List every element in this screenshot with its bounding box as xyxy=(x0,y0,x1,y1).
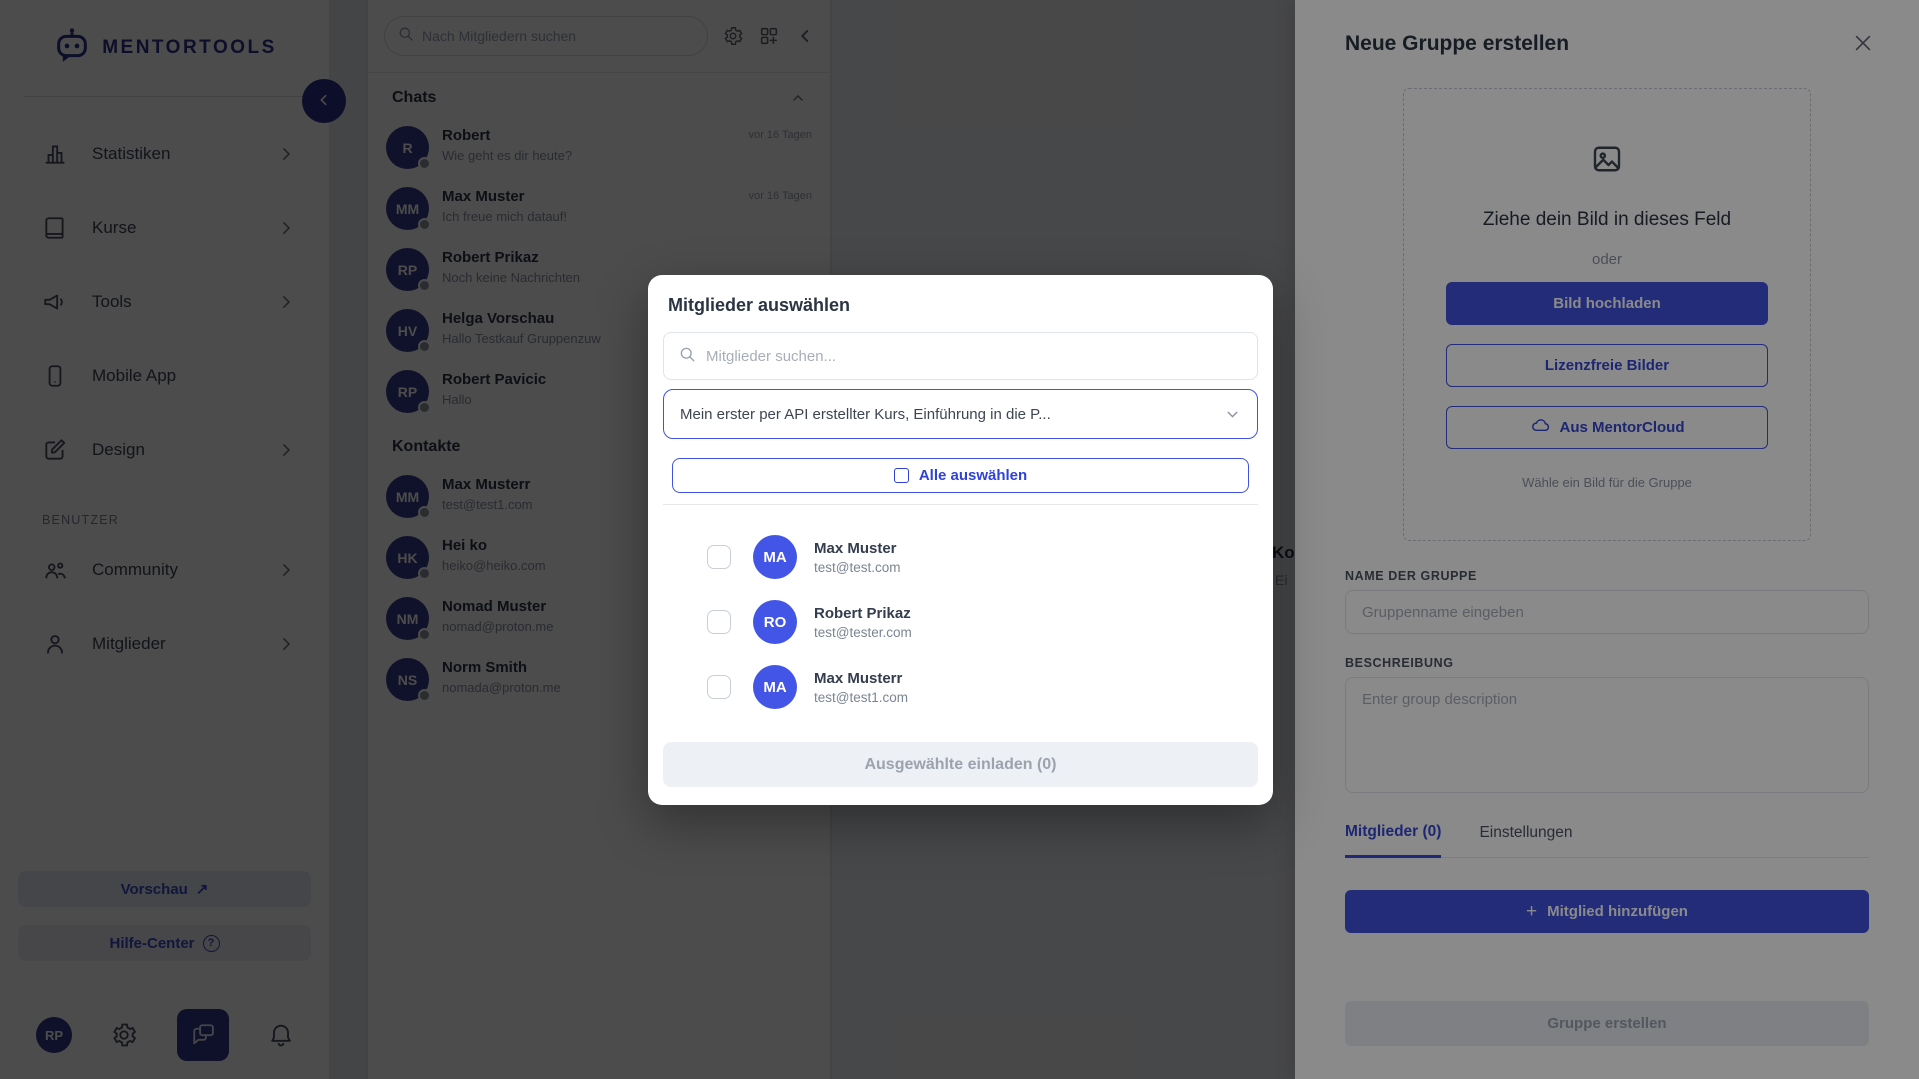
member-row[interactable]: MA Max Muster test@test.com xyxy=(663,529,1258,585)
avatar: MA xyxy=(753,665,797,709)
search-icon xyxy=(678,345,696,368)
avatar: RO xyxy=(753,600,797,644)
member-meta: Max Musterr test@test1.com xyxy=(814,670,908,705)
divider xyxy=(663,504,1258,505)
member-checkbox[interactable] xyxy=(707,610,731,634)
select-members-modal: Mitglieder auswählen Mein erster per API… xyxy=(648,275,1273,805)
member-meta: Robert Prikaz test@tester.com xyxy=(814,605,912,640)
member-checkbox[interactable] xyxy=(707,675,731,699)
member-email: test@test1.com xyxy=(814,690,908,705)
member-row[interactable]: RO Robert Prikaz test@tester.com xyxy=(663,594,1258,650)
member-checkbox[interactable] xyxy=(707,545,731,569)
member-row[interactable]: MA Max Musterr test@test1.com xyxy=(663,659,1258,715)
member-name: Robert Prikaz xyxy=(814,605,912,622)
member-list: MA Max Muster test@test.com RO Robert Pr… xyxy=(663,529,1258,715)
member-email: test@tester.com xyxy=(814,625,912,640)
member-name: Max Musterr xyxy=(814,670,908,687)
invite-selected-button[interactable]: Ausgewählte einladen (0) xyxy=(663,742,1258,787)
modal-title: Mitglieder auswählen xyxy=(668,295,1253,316)
course-dropdown[interactable]: Mein erster per API erstellter Kurs, Ein… xyxy=(663,389,1258,439)
checkbox-icon xyxy=(894,468,909,483)
member-name: Max Muster xyxy=(814,540,900,557)
member-email: test@test.com xyxy=(814,560,900,575)
modal-search-input[interactable] xyxy=(706,348,1243,365)
member-meta: Max Muster test@test.com xyxy=(814,540,900,575)
course-dropdown-value: Mein erster per API erstellter Kurs, Ein… xyxy=(680,406,1224,423)
chevron-down-icon xyxy=(1224,406,1241,423)
select-all-button[interactable]: Alle auswählen xyxy=(672,458,1249,493)
modal-search-field[interactable] xyxy=(663,332,1258,380)
select-all-label: Alle auswählen xyxy=(919,467,1027,484)
avatar: MA xyxy=(753,535,797,579)
